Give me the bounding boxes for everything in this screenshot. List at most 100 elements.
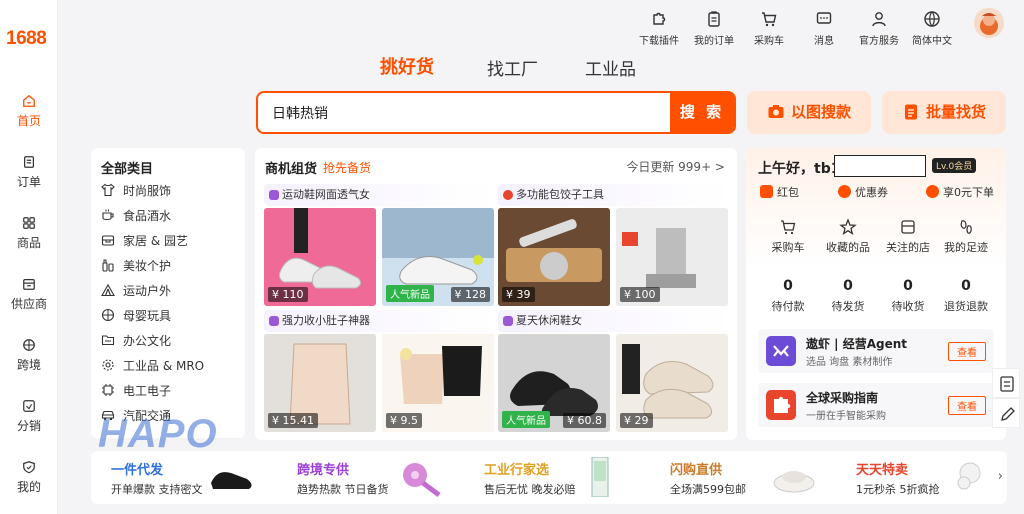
channel-flash-sale[interactable]: 闪购直供 全场满599包邮 [670,451,830,504]
category-item[interactable]: 美妆个护 [101,257,171,274]
promo-view-button[interactable]: 查看 [948,342,986,361]
product-thumbnail[interactable]: 人气新品 ¥ 128 [382,208,494,306]
stat-returns[interactable]: 0 退货退款 [934,278,998,314]
category-item[interactable]: 家居 & 园艺 [101,232,188,249]
globe-icon [23,339,35,351]
bulk-search-button[interactable]: 批量找货 [882,91,1006,134]
shortcut-history[interactable]: 我的足迹 [934,218,998,255]
deal-group-header: 夏天休闲鞋女 [498,310,730,332]
deals-subtitle[interactable]: 抢先备货 [323,159,371,176]
bulk-search-label: 批量找货 [926,103,987,121]
side-tool-feedback[interactable] [992,398,1020,428]
sidebar-item-label: 商品 [16,236,41,250]
promo-guide[interactable]: 全球采购指南 一册在手智能采购 查看 [758,383,994,427]
category-item[interactable]: 工业品 & MRO [101,357,204,374]
avatar[interactable] [974,8,1004,38]
chip-icon [102,384,114,396]
sidebar-item-mine[interactable]: 我的 [0,460,58,495]
side-tool-notes[interactable] [992,368,1020,398]
category-item[interactable]: 时尚服饰 [101,182,171,199]
product-thumbnail[interactable]: ¥ 100 [616,208,728,306]
topbar-label: 消息 [814,36,834,47]
badge-icon [503,316,513,326]
sidebar-item-crossborder[interactable]: 跨境 [0,338,58,373]
tab-pick-goods[interactable]: 挑好货 [380,53,434,79]
cup-icon [102,209,114,221]
category-item[interactable]: 办公文化 [101,332,171,349]
category-label: 工业品 & MRO [123,359,205,373]
category-item[interactable]: 运动户外 [101,282,171,299]
topbar-cart[interactable]: 采购车 [741,8,797,47]
product-price: ¥ 128 [450,287,490,302]
tent-icon [101,283,115,297]
perk-zero-order[interactable]: 享0元下单 [926,184,994,200]
order-icon [24,156,34,168]
product-thumbnail[interactable]: ¥ 9.5 [382,334,494,432]
home-icon [23,94,35,107]
topbar-download-plugin[interactable]: 下载插件 [631,8,687,47]
channel-crossborder[interactable]: 跨境专供 趋势热款 节日备货 [297,451,457,504]
topbar-label: 下载插件 [639,36,679,47]
shortcut-cart[interactable]: 采购车 [756,218,820,255]
deal-group[interactable]: 多功能包饺子工具 ¥ 39 ¥ 100 [498,184,730,308]
category-label: 运动户外 [123,284,172,298]
search-input[interactable] [258,93,672,132]
sidebar-item-distribution[interactable]: 分销 [0,399,58,434]
deal-group-title: 运动鞋网面透气女 [282,188,370,201]
perk-coupon[interactable]: 优惠券 [838,184,888,200]
sidebar-item-orders[interactable]: 订单 [0,155,58,190]
topbar-official-service[interactable]: 官方服务 [851,8,907,47]
product-thumbnail[interactable]: 人气新品 ¥ 60.8 [498,334,610,432]
stat-pending-payment[interactable]: 0 待付款 [756,278,820,314]
channel-industrial[interactable]: 工业行家选 售后无忧 晚发必赔 [484,451,644,504]
user-icon [872,12,886,27]
tab-find-factory[interactable]: 找工厂 [487,55,538,80]
product-thumbnail[interactable]: ¥ 29 [616,334,728,432]
category-item[interactable]: 食品酒水 [101,207,171,224]
channel-subtitle: 售后无忧 晚发必赔 [484,483,576,496]
sidebar-item-suppliers[interactable]: 供应商 [0,277,58,312]
fridge-image [591,457,609,497]
leather-shoe-image [211,472,252,489]
category-item[interactable]: 母婴玩具 [101,307,171,324]
stat-pending-receipt[interactable]: 0 待收货 [876,278,940,314]
category-label: 办公文化 [123,334,172,348]
shortcut-favorites[interactable]: 收藏的品 [816,218,880,255]
member-level-badge[interactable]: Lv.0会员 [932,158,977,173]
product-thumbnail[interactable]: ¥ 110 [264,208,376,306]
channel-subtitle: 趋势热款 节日备货 [297,483,389,496]
sidebar-item-products[interactable]: 商品 [0,216,58,251]
channel-title: 天天特卖 [856,463,909,478]
product-thumbnail[interactable]: ¥ 39 [498,208,610,306]
deal-group[interactable]: 强力收小肚子神器 ¥ 15.41 ¥ 9.5 [264,310,496,434]
cart-icon [762,12,777,27]
promo-view-button[interactable]: 查看 [948,396,986,415]
topbar-my-orders[interactable]: 我的订单 [686,8,742,47]
promo-agent[interactable]: 遨虾 | 经营Agent 选品 询盘 素材制作 查看 [758,329,994,373]
category-item[interactable]: 电工电子 [101,382,171,399]
deal-group[interactable]: 运动鞋网面透气女 ¥ 110 人气新品 ¥ 128 [264,184,496,308]
site-logo[interactable]: 1688 [6,28,47,50]
channel-daily-deals[interactable]: 天天特卖 1元秒杀 5折疯抢 [856,451,996,504]
category-label: 电工电子 [123,384,172,398]
product-price: ¥ 60.8 [563,413,606,428]
stat-pending-shipment[interactable]: 0 待发货 [816,278,880,314]
star-icon [839,218,857,235]
perk-red-packet[interactable]: 红包 [760,184,799,200]
channel-dropship[interactable]: 一件代发 开单爆款 支持密文 [111,451,261,504]
shortcut-followed-stores[interactable]: 关注的店 [876,218,940,255]
topbar-messages[interactable]: 消息 [796,8,852,47]
channel-title: 跨境专供 [297,463,350,478]
product-thumbnail[interactable]: ¥ 15.41 [264,334,376,432]
image-search-button[interactable]: 以图搜款 [747,91,871,134]
topbar-language[interactable]: 简体中文 [904,8,960,47]
greeting-text: 上午好，tb1 [758,161,841,177]
search-button[interactable]: 搜 索 [670,93,734,132]
perk-label: 优惠券 [855,186,888,199]
deals-update-link[interactable]: 今日更新 999+ > [626,158,725,175]
tab-industrial[interactable]: 工业品 [585,55,636,80]
chevron-right-icon[interactable]: › [998,469,1003,484]
sidebar-item-home[interactable]: 首页 [0,94,58,129]
deal-group[interactable]: 夏天休闲鞋女 人气新品 ¥ 60.8 ¥ 29 [498,310,730,434]
category-label: 家居 & 园艺 [123,234,188,248]
